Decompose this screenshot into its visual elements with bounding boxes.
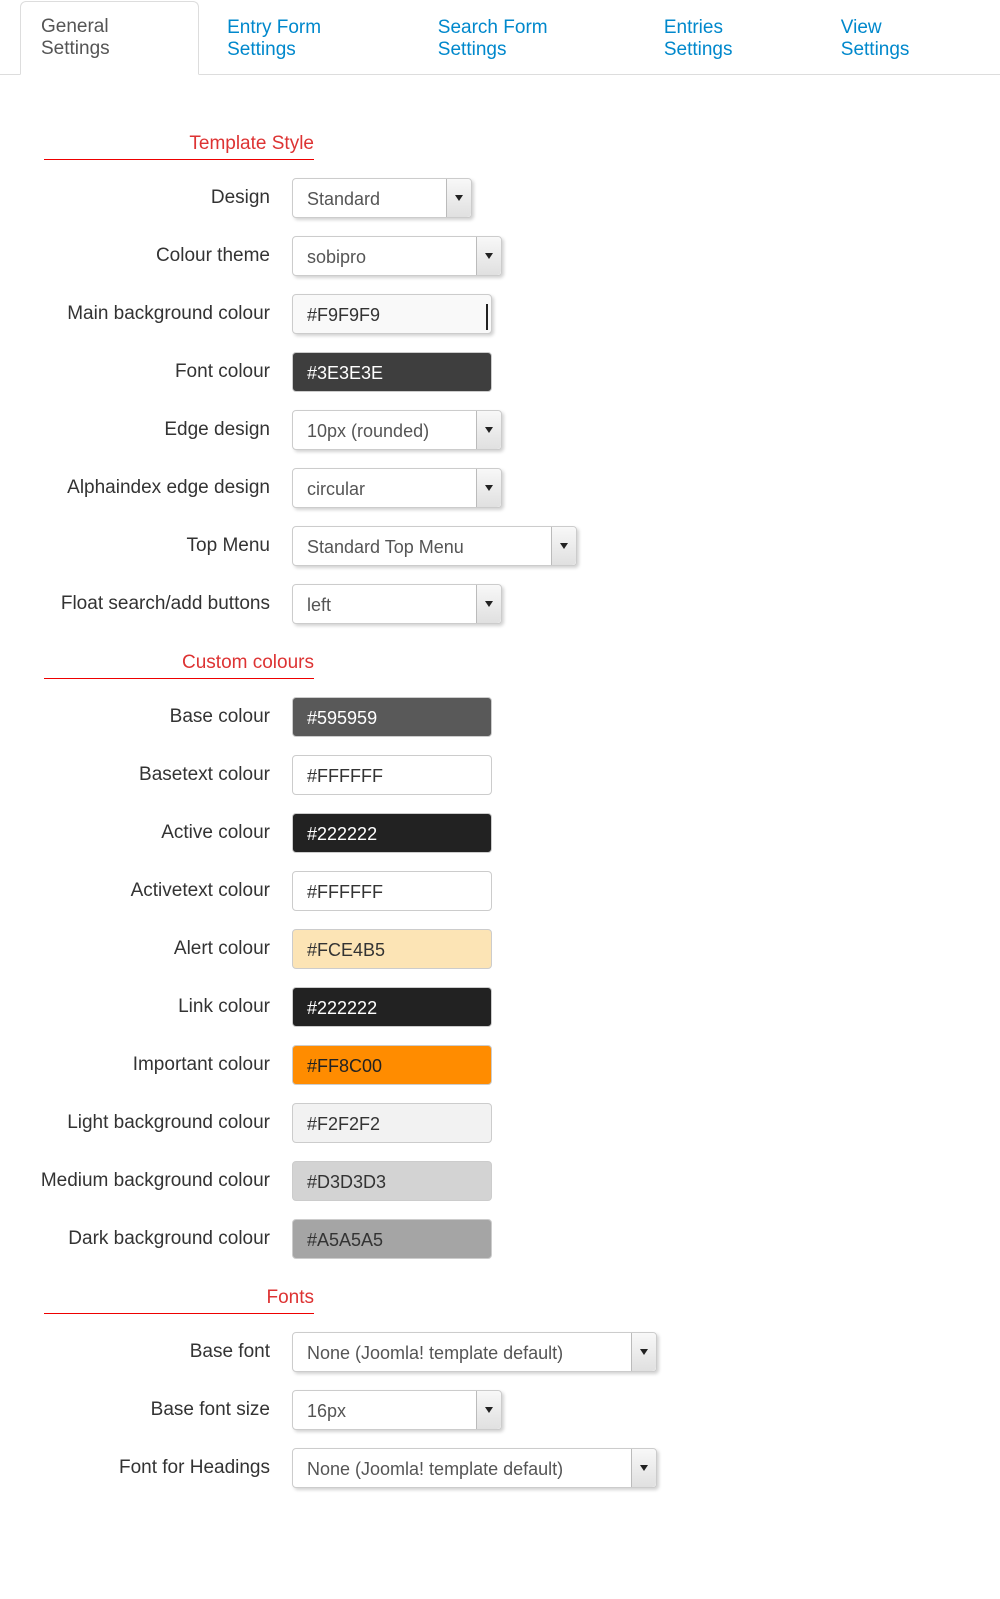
label-main-bg-colour: Main background colour bbox=[0, 303, 292, 325]
select-float-buttons-value: left bbox=[307, 595, 331, 615]
select-alphaindex-edge-design[interactable]: circular bbox=[292, 468, 502, 508]
tabs-bar: General Settings Entry Form Settings Sea… bbox=[0, 0, 1000, 75]
label-active-colour: Active colour bbox=[0, 822, 292, 844]
section-header-custom-colours: Custom colours bbox=[44, 652, 314, 679]
label-activetext-colour: Activetext colour bbox=[0, 880, 292, 902]
label-alphaindex-edge-design: Alphaindex edge design bbox=[0, 477, 292, 499]
label-font-colour: Font colour bbox=[0, 361, 292, 383]
chevron-down-icon bbox=[631, 1449, 656, 1487]
input-light-bg-colour[interactable]: #F2F2F2 bbox=[292, 1103, 492, 1143]
input-basetext-colour[interactable]: #FFFFFF bbox=[292, 755, 492, 795]
input-activetext-colour[interactable]: #FFFFFF bbox=[292, 871, 492, 911]
select-base-font-size[interactable]: 16px bbox=[292, 1390, 502, 1430]
label-base-font-size: Base font size bbox=[0, 1399, 292, 1421]
tab-view-settings[interactable]: View Settings bbox=[821, 3, 972, 75]
select-top-menu-value: Standard Top Menu bbox=[307, 537, 464, 557]
chevron-down-icon bbox=[476, 411, 501, 449]
section-header-fonts: Fonts bbox=[44, 1287, 314, 1314]
select-base-font-size-value: 16px bbox=[307, 1401, 346, 1421]
chevron-down-icon bbox=[476, 1391, 501, 1429]
chevron-down-icon bbox=[631, 1333, 656, 1371]
input-active-colour[interactable]: #222222 bbox=[292, 813, 492, 853]
select-edge-design-value: 10px (rounded) bbox=[307, 421, 429, 441]
label-font-for-headings: Font for Headings bbox=[0, 1457, 292, 1479]
select-top-menu[interactable]: Standard Top Menu bbox=[292, 526, 577, 566]
tab-entry-form-settings[interactable]: Entry Form Settings bbox=[207, 3, 410, 75]
select-alphaindex-edge-design-value: circular bbox=[307, 479, 365, 499]
label-medium-bg-colour: Medium background colour bbox=[0, 1170, 292, 1192]
tab-search-form-settings[interactable]: Search Form Settings bbox=[418, 3, 636, 75]
input-font-colour[interactable]: #3E3E3E bbox=[292, 352, 492, 392]
select-design-value: Standard bbox=[307, 189, 380, 209]
label-edge-design: Edge design bbox=[0, 419, 292, 441]
label-colour-theme: Colour theme bbox=[0, 245, 292, 267]
label-light-bg-colour: Light background colour bbox=[0, 1112, 292, 1134]
select-headings-font[interactable]: None (Joomla! template default) bbox=[292, 1448, 657, 1488]
section-header-template-style: Template Style bbox=[44, 133, 314, 160]
select-edge-design[interactable]: 10px (rounded) bbox=[292, 410, 502, 450]
chevron-down-icon bbox=[551, 527, 576, 565]
chevron-down-icon bbox=[446, 179, 471, 217]
select-float-buttons[interactable]: left bbox=[292, 584, 502, 624]
chevron-down-icon bbox=[476, 585, 501, 623]
label-important-colour: Important colour bbox=[0, 1054, 292, 1076]
label-link-colour: Link colour bbox=[0, 996, 292, 1018]
label-base-colour: Base colour bbox=[0, 706, 292, 728]
input-dark-bg-colour[interactable]: #A5A5A5 bbox=[292, 1219, 492, 1259]
tab-general-settings[interactable]: General Settings bbox=[20, 1, 199, 75]
label-dark-bg-colour: Dark background colour bbox=[0, 1228, 292, 1250]
chevron-down-icon bbox=[476, 237, 501, 275]
select-colour-theme-value: sobipro bbox=[307, 247, 366, 267]
label-alert-colour: Alert colour bbox=[0, 938, 292, 960]
input-link-colour[interactable]: #222222 bbox=[292, 987, 492, 1027]
tab-entries-settings[interactable]: Entries Settings bbox=[644, 3, 813, 75]
input-base-colour[interactable]: #595959 bbox=[292, 697, 492, 737]
label-basetext-colour: Basetext colour bbox=[0, 764, 292, 786]
select-base-font[interactable]: None (Joomla! template default) bbox=[292, 1332, 657, 1372]
text-cursor bbox=[486, 304, 488, 330]
label-float-search-add-buttons: Float search/add buttons bbox=[0, 593, 292, 615]
label-base-font: Base font bbox=[0, 1341, 292, 1363]
input-important-colour[interactable]: #FF8C00 bbox=[292, 1045, 492, 1085]
chevron-down-icon bbox=[476, 469, 501, 507]
select-colour-theme[interactable]: sobipro bbox=[292, 236, 502, 276]
input-alert-colour[interactable]: #FCE4B5 bbox=[292, 929, 492, 969]
input-medium-bg-colour[interactable]: #D3D3D3 bbox=[292, 1161, 492, 1201]
select-base-font-value: None (Joomla! template default) bbox=[307, 1343, 563, 1363]
label-design: Design bbox=[0, 187, 292, 209]
select-design[interactable]: Standard bbox=[292, 178, 472, 218]
select-headings-font-value: None (Joomla! template default) bbox=[307, 1459, 563, 1479]
input-main-bg-colour[interactable]: #F9F9F9 bbox=[292, 294, 492, 334]
label-top-menu: Top Menu bbox=[0, 535, 292, 557]
